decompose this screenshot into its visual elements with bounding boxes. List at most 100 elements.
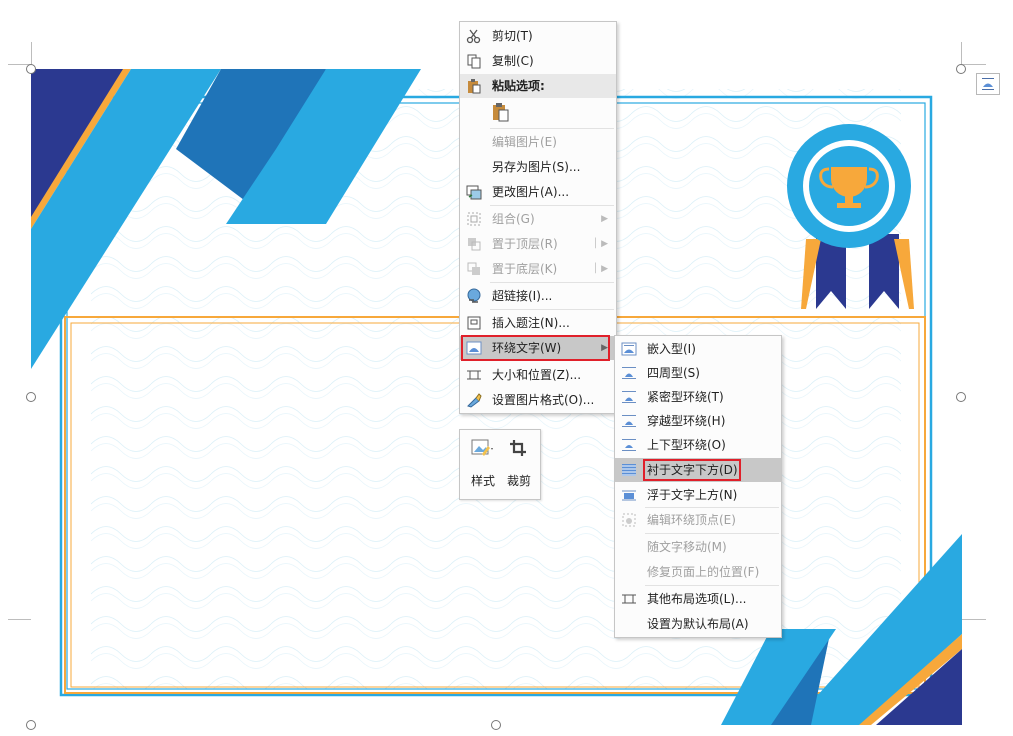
submenu-item-tight[interactable]: 紧密型环绕(T)	[615, 385, 781, 409]
resize-handle-top-right[interactable]	[956, 64, 966, 74]
menu-item-bring-to-front: 置于顶层(R) │ ▶	[460, 232, 616, 256]
layout-options-icon	[622, 594, 636, 604]
menu-item-cut[interactable]: 剪切(T)	[460, 24, 616, 48]
margin-guide-top-right	[962, 64, 986, 65]
menu-item-label: 剪切(T)	[492, 29, 533, 43]
wrap-behind-text-icon	[622, 464, 636, 476]
mini-toolbar: 样式 裁剪	[459, 429, 541, 500]
submenu-item-square[interactable]: 四周型(S)	[615, 361, 781, 385]
caption-icon	[467, 316, 481, 330]
resize-handle-left[interactable]	[26, 392, 36, 402]
menu-item-label: 复制(C)	[492, 54, 534, 68]
submenu-arrow-icon: │ ▶	[592, 239, 608, 249]
menu-item-hyperlink[interactable]: 超链接(I)...	[460, 284, 616, 308]
wrap-text-submenu: 嵌入型(I) 四周型(S) 紧密型环绕(T) 穿越型环绕(H) 上下型环绕(O)…	[614, 335, 782, 638]
resize-handle-bottom-left[interactable]	[26, 720, 36, 730]
submenu-separator	[645, 533, 779, 534]
menu-item-change-picture[interactable]: 更改图片(A)...	[460, 180, 616, 204]
menu-item-insert-caption[interactable]: 插入题注(N)...	[460, 311, 616, 335]
menu-item-label: 超链接(I)...	[492, 289, 553, 303]
menu-item-edit-picture: 编辑图片(E)	[460, 130, 616, 154]
submenu-item-label: 紧密型环绕(T)	[647, 390, 724, 404]
crop-label: 裁剪	[507, 474, 532, 488]
picture-style-icon	[471, 439, 493, 456]
menu-item-label: 插入题注(N)...	[492, 316, 570, 330]
margin-guide-bottom-right	[962, 619, 986, 620]
submenu-item-label: 浮于文字上方(N)	[647, 488, 738, 502]
resize-handle-top-left[interactable]	[26, 64, 36, 74]
paste-icon	[468, 79, 481, 94]
size-position-icon	[467, 370, 481, 380]
format-picture-icon	[467, 393, 482, 408]
submenu-item-through[interactable]: 穿越型环绕(H)	[615, 409, 781, 433]
menu-item-label: 置于顶层(R)	[492, 237, 558, 251]
menu-separator	[490, 282, 614, 283]
submenu-arrow-icon: │ ▶	[592, 264, 608, 274]
menu-item-group: 组合(G) ▶	[460, 207, 616, 231]
submenu-item-move-with-text: 随文字移动(M)	[615, 535, 781, 559]
submenu-separator	[645, 585, 779, 586]
wrap-through-icon	[622, 415, 636, 427]
copy-icon	[467, 54, 481, 69]
menu-item-paste-options: 粘贴选项:	[460, 74, 616, 98]
menu-separator	[490, 205, 614, 206]
layout-options-button[interactable]	[976, 73, 1000, 95]
edit-wrap-points-icon	[622, 513, 636, 527]
menu-item-label: 另存为图片(S)...	[492, 160, 581, 174]
bring-to-front-icon	[468, 238, 481, 251]
style-button[interactable]: 样式	[464, 434, 500, 494]
submenu-item-label: 设置为默认布局(A)	[647, 617, 749, 631]
submenu-item-label: 编辑环绕顶点(E)	[647, 513, 736, 527]
menu-item-size-position[interactable]: 大小和位置(Z)...	[460, 363, 616, 387]
change-picture-icon	[466, 185, 482, 200]
submenu-item-edit-wrap-points: 编辑环绕顶点(E)	[615, 508, 781, 532]
submenu-item-inline[interactable]: 嵌入型(I)	[615, 337, 781, 361]
submenu-item-in-front-of-text[interactable]: 浮于文字上方(N)	[615, 483, 781, 507]
wrap-top-bottom-icon	[622, 439, 636, 451]
menu-item-send-to-back: 置于底层(K) │ ▶	[460, 257, 616, 281]
menu-item-label: 设置图片格式(O)...	[492, 393, 595, 407]
resize-handle-right[interactable]	[956, 392, 966, 402]
highlight-box-behind-text	[643, 459, 741, 481]
context-menu: 剪切(T) 复制(C) 粘贴选项: 编辑图片(E) 另存为图片(S)... 更改…	[459, 21, 617, 414]
submenu-item-label: 修复页面上的位置(F)	[647, 565, 760, 579]
menu-item-format-picture[interactable]: 设置图片格式(O)...	[460, 388, 616, 412]
submenu-item-label: 四周型(S)	[647, 366, 700, 380]
menu-item-save-as-picture[interactable]: 另存为图片(S)...	[460, 155, 616, 179]
resize-handle-bottom[interactable]	[491, 720, 501, 730]
menu-item-copy[interactable]: 复制(C)	[460, 49, 616, 73]
send-to-back-icon	[467, 262, 480, 275]
wrap-text-icon	[982, 78, 994, 90]
group-icon	[467, 212, 481, 226]
crop-button[interactable]: 裁剪	[502, 434, 538, 494]
submenu-item-label: 穿越型环绕(H)	[647, 414, 726, 428]
style-label: 样式	[471, 474, 496, 488]
wrap-in-front-icon	[622, 490, 636, 501]
submenu-item-more-layout-options[interactable]: 其他布局选项(L)...	[615, 587, 781, 611]
paste-keep-picture-button[interactable]	[490, 101, 516, 125]
menu-separator	[490, 128, 614, 129]
menu-item-label: 更改图片(A)...	[492, 185, 570, 199]
submenu-item-top-bottom[interactable]: 上下型环绕(O)	[615, 433, 781, 457]
menu-item-label: 编辑图片(E)	[492, 135, 557, 149]
submenu-item-label: 上下型环绕(O)	[647, 438, 726, 452]
menu-item-label: 粘贴选项:	[492, 79, 545, 93]
submenu-item-label: 嵌入型(I)	[647, 342, 696, 356]
submenu-arrow-icon: ▶	[601, 214, 608, 224]
paste-picture-icon	[493, 103, 509, 122]
submenu-item-label: 其他布局选项(L)...	[647, 592, 747, 606]
wrap-inline-icon	[621, 342, 637, 356]
submenu-item-set-default-layout[interactable]: 设置为默认布局(A)	[615, 612, 781, 636]
scissors-icon	[466, 29, 481, 44]
margin-guide-bottom-left	[8, 619, 32, 620]
menu-separator	[490, 309, 614, 310]
wrap-tight-icon	[622, 391, 636, 403]
submenu-item-label: 随文字移动(M)	[647, 540, 727, 554]
highlight-box-wrap-text	[461, 335, 610, 361]
submenu-item-fix-position: 修复页面上的位置(F)	[615, 560, 781, 584]
margin-guide-left	[31, 42, 32, 66]
margin-guide-right	[961, 42, 962, 66]
menu-item-label: 置于底层(K)	[492, 262, 558, 276]
menu-item-label: 大小和位置(Z)...	[492, 368, 582, 382]
menu-item-label: 组合(G)	[492, 212, 535, 226]
